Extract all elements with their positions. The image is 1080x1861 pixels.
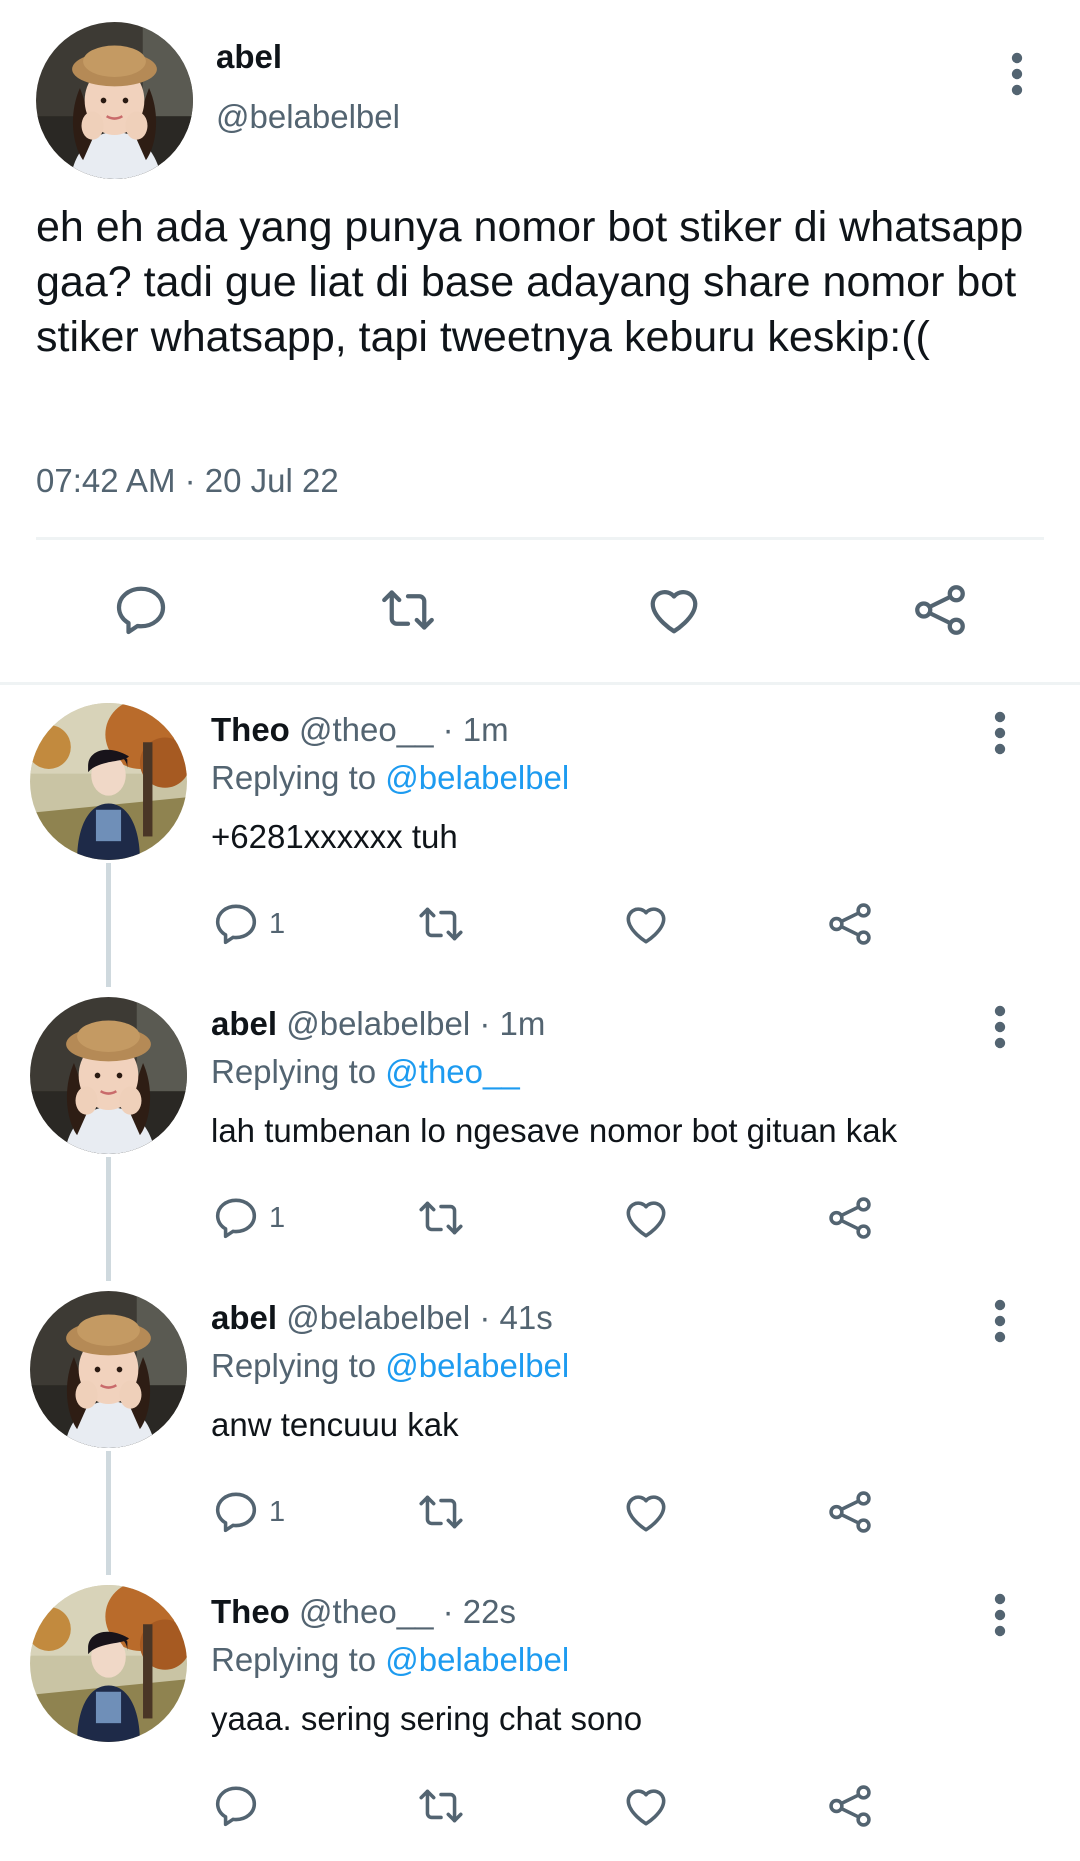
author-avatar[interactable] xyxy=(36,22,193,179)
mention-link[interactable]: @belabelbel xyxy=(385,759,569,796)
share-icon xyxy=(825,1193,875,1243)
mention-link[interactable]: @belabelbel xyxy=(385,1641,569,1678)
like-icon xyxy=(644,580,704,640)
retweet-button[interactable] xyxy=(416,1487,466,1537)
retweet-icon xyxy=(378,580,438,640)
replying-to-label: Replying to xyxy=(211,1347,377,1384)
avatar-image xyxy=(30,1585,187,1742)
retweet-icon xyxy=(416,1193,466,1243)
avatar-image xyxy=(36,22,193,179)
reply-handle-time[interactable]: @theo__ · 22s xyxy=(299,1593,516,1630)
retweet-icon xyxy=(416,1781,466,1831)
share-button[interactable] xyxy=(910,580,970,640)
reply-button[interactable]: 1 xyxy=(211,1193,285,1243)
divider xyxy=(36,537,1044,540)
avatar[interactable] xyxy=(30,1585,187,1742)
reply-author-name[interactable]: Theo xyxy=(211,711,290,748)
share-icon xyxy=(825,1781,875,1831)
more-options-icon[interactable] xyxy=(988,1003,1012,1051)
more-options-icon[interactable] xyxy=(988,1297,1012,1345)
more-options-icon[interactable] xyxy=(988,1591,1012,1639)
reply-handle-time[interactable]: @belabelbel · 1m xyxy=(286,1005,545,1042)
reply-text: anw tencuuu kak xyxy=(211,1406,459,1443)
replying-to-label: Replying to xyxy=(211,1053,377,1090)
reply-button[interactable]: 1 xyxy=(211,1487,285,1537)
retweet-icon xyxy=(416,899,466,949)
reply-button[interactable] xyxy=(211,1781,269,1831)
like-icon xyxy=(621,1781,671,1831)
share-icon xyxy=(910,580,970,640)
reply-tweet[interactable]: abel @belabelbel · 41s Replying to @bela… xyxy=(0,1273,1080,1575)
retweet-button[interactable] xyxy=(378,580,438,640)
retweet-icon xyxy=(416,1487,466,1537)
avatar[interactable] xyxy=(30,997,187,1154)
reply-text: yaaa. sering sering chat sono xyxy=(211,1700,643,1737)
reply-handle-time[interactable]: @belabelbel · 41s xyxy=(286,1299,553,1336)
reply-tweet[interactable]: Theo @theo__ · 1m Replying to @belabelbe… xyxy=(0,685,1080,987)
like-button[interactable] xyxy=(621,1487,671,1537)
replying-to-label: Replying to xyxy=(211,1641,377,1678)
reply-tweet[interactable]: abel @belabelbel · 1m Replying to @theo_… xyxy=(0,979,1080,1281)
mention-link[interactable]: @theo__ xyxy=(385,1053,519,1090)
replying-to: Replying to @belabelbel xyxy=(211,1347,569,1385)
retweet-button[interactable] xyxy=(416,1781,466,1831)
reply-header: abel @belabelbel · 41s xyxy=(211,1299,553,1337)
like-icon xyxy=(621,1487,671,1537)
reply-icon xyxy=(211,899,261,949)
replying-to: Replying to @belabelbel xyxy=(211,1641,569,1679)
thread-line xyxy=(106,863,111,987)
reply-text: +6281xxxxxx tuh xyxy=(211,818,458,855)
more-options-icon[interactable] xyxy=(1005,50,1029,98)
avatar-image xyxy=(30,997,187,1154)
reply-handle-time[interactable]: @theo__ · 1m xyxy=(299,711,509,748)
avatar-image xyxy=(30,703,187,860)
reply-count: 1 xyxy=(269,1495,286,1528)
replying-to: Replying to @belabelbel xyxy=(211,759,569,797)
like-button[interactable] xyxy=(621,899,671,949)
reply-author-name[interactable]: abel xyxy=(211,1299,277,1336)
reply-text: lah tumbenan lo ngesave nomor bot gituan… xyxy=(211,1112,898,1149)
reply-button[interactable]: 1 xyxy=(211,899,285,949)
thread-line xyxy=(106,1451,111,1575)
share-icon xyxy=(825,899,875,949)
avatar[interactable] xyxy=(30,703,187,860)
reply-button[interactable] xyxy=(111,580,171,640)
thread-line xyxy=(106,1157,111,1281)
tweet-timestamp[interactable]: 07:42 AM · 20 Jul 22 xyxy=(36,462,339,500)
like-button[interactable] xyxy=(621,1781,671,1831)
reply-author-name[interactable]: abel xyxy=(211,1005,277,1042)
reply-count: 1 xyxy=(269,907,286,940)
mention-link[interactable]: @belabelbel xyxy=(385,1347,569,1384)
like-button[interactable] xyxy=(621,1193,671,1243)
reply-header: abel @belabelbel · 1m xyxy=(211,1005,545,1043)
avatar[interactable] xyxy=(30,1291,187,1448)
like-icon xyxy=(621,1193,671,1243)
reply-header: Theo @theo__ · 22s xyxy=(211,1593,516,1631)
retweet-button[interactable] xyxy=(416,1193,466,1243)
reply-icon xyxy=(111,580,171,640)
avatar-image xyxy=(30,1291,187,1448)
reply-icon xyxy=(211,1487,261,1537)
reply-tweet[interactable]: Theo @theo__ · 22s Replying to @belabelb… xyxy=(0,1567,1080,1861)
reply-count: 1 xyxy=(269,1201,286,1234)
like-button[interactable] xyxy=(644,580,704,640)
share-icon xyxy=(825,1487,875,1537)
reply-author-name[interactable]: Theo xyxy=(211,1593,290,1630)
like-icon xyxy=(621,899,671,949)
retweet-button[interactable] xyxy=(416,899,466,949)
share-button[interactable] xyxy=(825,1193,875,1243)
author-name[interactable]: abel xyxy=(216,38,282,76)
share-button[interactable] xyxy=(825,899,875,949)
reply-icon xyxy=(211,1193,261,1243)
more-options-icon[interactable] xyxy=(988,709,1012,757)
author-handle[interactable]: @belabelbel xyxy=(216,98,400,136)
replying-to: Replying to @theo__ xyxy=(211,1053,520,1091)
reply-header: Theo @theo__ · 1m xyxy=(211,711,509,749)
share-button[interactable] xyxy=(825,1781,875,1831)
reply-icon xyxy=(211,1781,261,1831)
share-button[interactable] xyxy=(825,1487,875,1537)
replying-to-label: Replying to xyxy=(211,759,377,796)
tweet-text: eh eh ada yang punya nomor bot stiker di… xyxy=(36,203,1024,361)
